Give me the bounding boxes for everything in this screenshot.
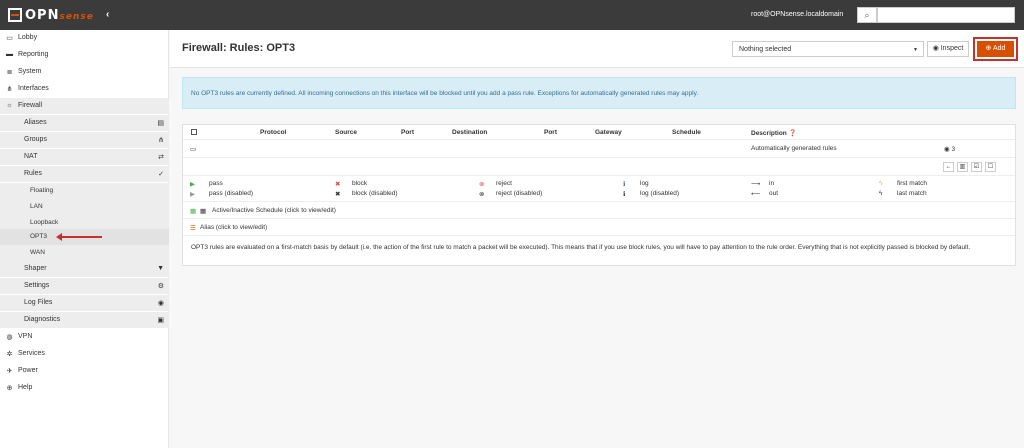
sidebar-item-lobby[interactable]: ▭ Lobby (0, 30, 169, 46)
sidebar-item-shaper[interactable]: Shaper ▼ (0, 261, 169, 277)
search-icon[interactable]: ⌕ (857, 7, 877, 23)
opnsense-mark-icon (8, 8, 22, 22)
check-icon: ✓ (158, 171, 164, 178)
block-icon: ✖ (335, 181, 341, 188)
auto-rules-row[interactable]: ▭ Automatically generated rules ◉ 3 (183, 140, 1015, 158)
folder-icon: ▭ (190, 146, 197, 153)
list-icon: ▤ (157, 120, 164, 127)
sidebar-item-system[interactable]: ≣ System (0, 64, 169, 80)
sidebar-item-help[interactable]: ⊕ Help (0, 380, 169, 396)
page-title: Firewall: Rules: OPT3 (182, 42, 296, 54)
pass-disabled-icon: ▶ (190, 191, 195, 198)
globe-icon: ◍ (6, 334, 13, 341)
exchange-icon: ⇄ (158, 154, 164, 161)
annotation-arrow (56, 233, 102, 241)
alias-legend-row: ☰ Alias (click to view/edit) (183, 219, 1015, 236)
sidebar-item-aliases[interactable]: Aliases ▤ (0, 115, 169, 131)
lifebuoy-icon: ⊕ (6, 385, 13, 392)
sidebar-item-vpn[interactable]: ◍ VPN (0, 329, 169, 345)
logo-text: OPNsense (25, 7, 94, 23)
plug-icon: ✈ (6, 368, 13, 375)
bolt-icon: ϟ (879, 180, 883, 187)
calendar-icon: ▦ (200, 208, 207, 215)
enable-icon[interactable]: ☑ (971, 162, 982, 172)
rules-table: Protocol Source Port Destination Port Ga… (182, 124, 1016, 266)
bolt-icon: ϟ (879, 190, 883, 197)
interface-select[interactable]: Nothing selected ▼ (732, 41, 924, 57)
main-content: Firewall: Rules: OPT3 Nothing selected ▼ … (170, 30, 1024, 448)
sitemap-icon: ⋔ (158, 137, 164, 144)
sidebar-item-services[interactable]: ✲ Services (0, 346, 169, 362)
sidebar-item-floating[interactable]: Floating (0, 183, 169, 199)
sidebar-item-nat[interactable]: NAT ⇄ (0, 149, 169, 165)
page-header: Firewall: Rules: OPT3 Nothing selected ▼ … (170, 30, 1024, 68)
collapse-sidebar-button[interactable]: ‹ (106, 9, 109, 20)
trash-icon[interactable]: ▥ (957, 162, 968, 172)
reject-disabled-icon: ⊗ (479, 191, 485, 198)
inspect-button[interactable]: ◉ Inspect (927, 41, 969, 57)
sidebar-item-diagnostics[interactable]: Diagnostics ▣ (0, 312, 169, 328)
add-button-highlight: ⊕ Add (973, 37, 1018, 61)
chart-icon: ▬ (6, 51, 13, 58)
sidebar-item-settings[interactable]: Settings ⚙ (0, 278, 169, 294)
system-icon: ≣ (6, 69, 13, 76)
legend-row: ▶ pass ✖ block ⊗ reject ℹ log ⟶ in ϟ fir… (183, 176, 1015, 202)
info-alert: No OPT3 rules are currently defined. All… (182, 77, 1016, 109)
search-input[interactable] (877, 7, 1015, 23)
sidebar-item-power[interactable]: ✈ Power (0, 363, 169, 379)
schedule-legend-row: ▦ ▦ Active/Inactive Schedule (click to v… (183, 202, 1015, 219)
block-disabled-icon: ✖ (335, 191, 341, 198)
cog-icon: ✲ (6, 351, 13, 358)
arrow-right-icon: ⟶ (751, 181, 761, 188)
log-disabled-icon: ℹ (623, 191, 626, 198)
rules-footer-text: OPT3 rules are evaluated on a first-matc… (191, 244, 971, 251)
list-icon: ☰ (190, 225, 196, 232)
table-header-row: Protocol Source Port Destination Port Ga… (183, 125, 1015, 140)
disable-icon[interactable]: ☐ (985, 162, 996, 172)
arrow-left-icon: ⟵ (751, 191, 761, 198)
sidebar-item-interfaces[interactable]: ⋔ Interfaces (0, 81, 169, 97)
sitemap-icon: ⋔ (6, 86, 13, 93)
move-icon[interactable]: ← (943, 162, 954, 172)
sidebar-item-log-files[interactable]: Log Files ◉ (0, 295, 169, 311)
calendar-icon: ▦ (190, 208, 197, 215)
sidebar-item-wan[interactable]: WAN (0, 245, 169, 261)
user-menu[interactable]: root@OPNsense.localdomain (751, 11, 843, 18)
fire-icon: ☼ (6, 102, 13, 109)
pass-icon: ▶ (190, 181, 195, 188)
sidebar-item-rules[interactable]: Rules ✓ (0, 166, 169, 182)
filter-icon: ▼ (157, 265, 164, 272)
opnsense-logo[interactable]: OPNsense (8, 7, 94, 23)
cogs-icon: ⚙ (157, 283, 164, 290)
auto-rules-count-badge[interactable]: ◉ 3 (944, 145, 955, 153)
sidebar: ▭ Lobby ▬ Reporting ≣ System ⋔ Interfaces ☼ F… (0, 30, 169, 448)
eye-icon: ◉ (157, 300, 164, 307)
caret-down-icon: ▼ (913, 47, 918, 53)
monitor-icon: ▭ (6, 35, 13, 42)
sidebar-item-lan[interactable]: LAN (0, 199, 169, 215)
medkit-icon: ▣ (157, 317, 164, 324)
sidebar-item-firewall[interactable]: ☼ Firewall (0, 98, 169, 114)
sidebar-item-reporting[interactable]: ▬ Reporting (0, 47, 169, 63)
reject-icon: ⊗ (479, 181, 485, 188)
log-icon: ℹ (623, 181, 626, 188)
add-button[interactable]: ⊕ Add (977, 41, 1014, 57)
select-all-checkbox[interactable] (191, 129, 197, 135)
actions-row: ← ▥ ☑ ☐ (183, 158, 1015, 176)
sidebar-item-groups[interactable]: Groups ⋔ (0, 132, 169, 148)
top-navbar: OPNsense ‹ root@OPNsense.localdomain ⌕ (0, 0, 1024, 30)
